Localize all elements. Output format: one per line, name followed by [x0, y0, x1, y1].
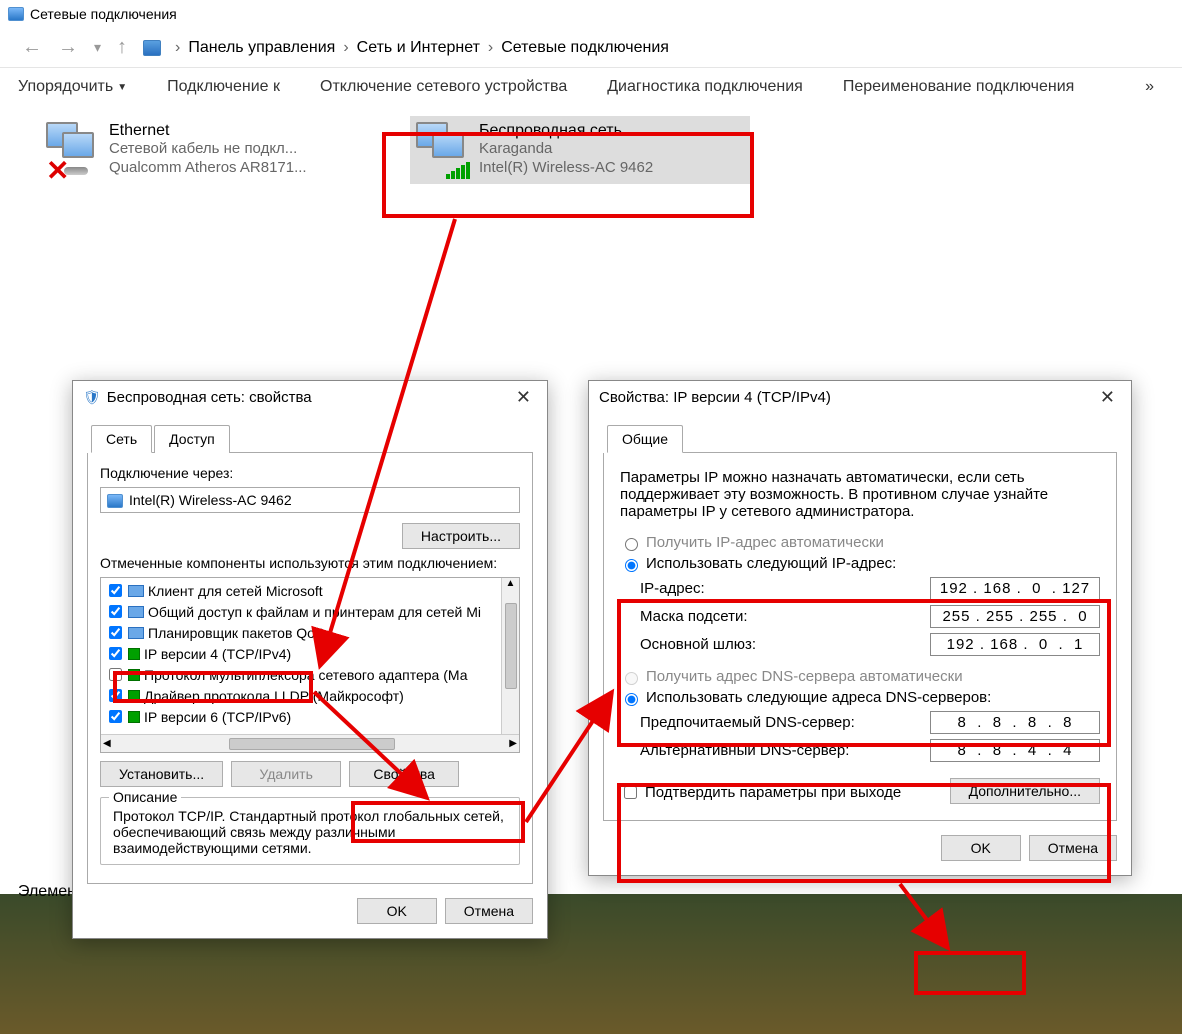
toolbar-organize[interactable]: Упорядочить▼	[18, 78, 127, 96]
component-row-ipv4: IP версии 4 (TCP/IPv4)	[103, 643, 517, 664]
nav-forward-icon[interactable]: →	[58, 36, 78, 59]
connect-through-label: Подключение через:	[100, 465, 520, 481]
component-checkbox[interactable]	[109, 605, 122, 618]
tab-access[interactable]: Доступ	[154, 425, 230, 453]
close-button[interactable]: ✕	[1094, 387, 1121, 408]
breadcrumb-item[interactable]: Сеть и Интернет	[357, 39, 480, 57]
toolbar-rename[interactable]: Переименование подключения	[843, 78, 1074, 96]
install-button[interactable]: Установить...	[100, 761, 223, 787]
horizontal-scrollbar[interactable]: ◀▶	[101, 734, 519, 752]
network-adapter-icon: 🛡	[83, 389, 101, 406]
component-row: Планировщик пакетов QoS	[103, 622, 517, 643]
breadcrumb-sep-icon: ›	[175, 39, 180, 57]
ok-button[interactable]: OK	[357, 898, 437, 924]
protocol-icon	[128, 585, 144, 597]
toolbar-diagnostics[interactable]: Диагностика подключения	[607, 78, 803, 96]
component-checkbox[interactable]	[109, 626, 122, 639]
dialog-title-bar: 🛡 Беспроводная сеть: свойства ✕	[73, 381, 547, 414]
breadcrumb[interactable]: › Панель управления › Сеть и Интернет › …	[167, 39, 669, 57]
component-checkbox[interactable]	[109, 584, 122, 597]
nav-up-icon[interactable]: ↑	[117, 36, 127, 59]
toolbar-connect-to[interactable]: Подключение к	[167, 78, 280, 96]
breadcrumb-sep-icon: ›	[343, 39, 348, 57]
connection-ethernet[interactable]: ✕ Ethernet Сетевой кабель не подкл... Qu…	[40, 116, 380, 184]
connection-status: Сетевой кабель не подкл...	[109, 140, 307, 159]
dialog-title-bar: Свойства: IP версии 4 (TCP/IPv4) ✕	[589, 381, 1131, 414]
ethernet-icon: ✕	[46, 122, 101, 177]
truncated-text: Элемен	[18, 883, 76, 901]
window-title-bar: Сетевые подключения	[0, 0, 1182, 28]
dialog-title: Свойства: IP версии 4 (TCP/IPv4)	[599, 389, 831, 406]
description-title: Описание	[109, 789, 181, 805]
tabs: Общие	[607, 424, 1117, 453]
component-row: Общий доступ к файлам и принтерам для се…	[103, 601, 517, 622]
tab-network[interactable]: Сеть	[91, 425, 152, 453]
adapter-display: Intel(R) Wireless-AC 9462	[100, 487, 520, 513]
ip-label: IP-адрес:	[640, 580, 930, 597]
adapter-icon	[107, 494, 123, 508]
protocol-icon	[128, 648, 140, 660]
configure-button[interactable]: Настроить...	[402, 523, 520, 549]
breadcrumb-item[interactable]: Сетевые подключения	[501, 39, 669, 57]
close-button[interactable]: ✕	[510, 387, 537, 408]
wireless-properties-dialog: 🛡 Беспроводная сеть: свойства ✕ Сеть Дос…	[72, 380, 548, 939]
nav-back-icon[interactable]: ←	[22, 36, 42, 59]
annotation-highlight-box	[914, 951, 1026, 995]
breadcrumb-sep-icon: ›	[488, 39, 493, 57]
connection-adapter: Qualcomm Atheros AR8171...	[109, 159, 307, 178]
component-checkbox[interactable]	[109, 710, 122, 723]
component-row: Клиент для сетей Microsoft	[103, 580, 517, 601]
vertical-scrollbar[interactable]: ▲	[501, 578, 519, 734]
caret-down-icon: ▼	[117, 82, 127, 93]
cancel-button[interactable]: Отмена	[445, 898, 533, 924]
folder-icon	[143, 40, 161, 56]
dialog-title: Беспроводная сеть: свойства	[107, 389, 312, 406]
tab-general[interactable]: Общие	[607, 425, 683, 453]
components-list[interactable]: Клиент для сетей Microsoft Общий доступ …	[100, 577, 520, 753]
nav-history-dropdown-icon[interactable]: ▾	[94, 39, 101, 56]
components-label: Отмеченные компоненты используются этим …	[100, 555, 520, 571]
annotation-highlight-box	[113, 671, 313, 703]
properties-button[interactable]: Свойства	[349, 761, 459, 787]
annotation-highlight-box	[382, 132, 754, 218]
component-row: IP версии 6 (TCP/IPv6)	[103, 706, 517, 727]
navigation-bar: ← → ▾ ↑ › Панель управления › Сеть и Инт…	[0, 28, 1182, 68]
breadcrumb-item[interactable]: Панель управления	[188, 39, 335, 57]
toolbar-disable-device[interactable]: Отключение сетевого устройства	[320, 78, 567, 96]
intro-text: Параметры IP можно назначать автоматичес…	[620, 469, 1100, 520]
remove-button: Удалить	[231, 761, 341, 787]
network-connections-icon	[8, 7, 24, 21]
component-checkbox[interactable]	[109, 647, 122, 660]
radio-auto-ip[interactable]: Получить IP-адрес автоматически	[620, 534, 1100, 551]
toolbar: Упорядочить▼ Подключение к Отключение се…	[0, 68, 1182, 106]
protocol-icon	[128, 606, 144, 618]
protocol-icon	[128, 711, 140, 723]
toolbar-overflow-icon[interactable]: »	[1145, 78, 1154, 96]
annotation-highlight-box	[351, 801, 525, 843]
cable-icon	[64, 167, 88, 175]
window-title: Сетевые подключения	[30, 6, 177, 22]
protocol-icon	[128, 627, 144, 639]
annotation-highlight-box	[617, 783, 1111, 883]
annotation-highlight-box	[617, 599, 1111, 747]
ip-input[interactable]	[930, 577, 1100, 600]
tabs: Сеть Доступ	[91, 424, 533, 453]
connection-title: Ethernet	[109, 122, 307, 140]
radio-use-ip[interactable]: Использовать следующий IP-адрес:	[620, 555, 1100, 572]
